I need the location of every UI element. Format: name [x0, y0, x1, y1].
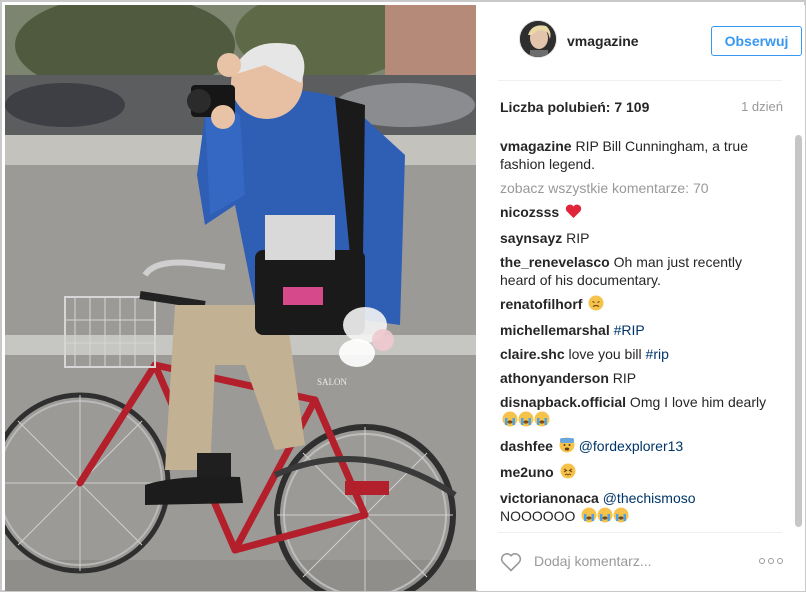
comment-item: athonyanderson RIP: [500, 369, 776, 387]
comment-username[interactable]: dashfee: [500, 438, 553, 454]
comments-list: vmagazine RIP Bill Cunningham, a true fa…: [500, 137, 776, 529]
comment-text: NOOOOOO: [500, 508, 576, 524]
mention-link[interactable]: @fordexplorer13: [579, 438, 684, 454]
hashtag-link[interactable]: #RIP: [610, 322, 645, 338]
comment-username[interactable]: victorianonaca: [500, 490, 599, 506]
fearful-face-icon: [559, 437, 575, 457]
comment-item: claire.shc love you bill #rip: [500, 345, 776, 363]
comment-item: me2uno: [500, 463, 776, 483]
heart-outline-icon[interactable]: [500, 552, 522, 572]
comment-item: the_renevelasco Oh man just recently hea…: [500, 253, 776, 289]
view-all-comments-link[interactable]: zobacz wszystkie komentarze: 70: [500, 179, 776, 197]
add-comment-input[interactable]: [534, 549, 734, 573]
comment-item: renatofilhorf: [500, 295, 776, 315]
disappointed-face-icon: [588, 295, 604, 315]
comment-username[interactable]: disnapback.official: [500, 394, 626, 410]
caption-username[interactable]: vmagazine: [500, 138, 572, 154]
post-frame: SALON vmagazine Obserwuj Liczba polubień…: [0, 0, 806, 592]
more-options-icon[interactable]: [759, 555, 783, 567]
post-header: vmagazine Obserwuj: [498, 5, 802, 81]
post-photo[interactable]: SALON: [5, 5, 476, 591]
avatar[interactable]: [519, 20, 557, 58]
comment-item: disnapback.official Omg I love him dearl…: [500, 393, 776, 431]
svg-text:SALON: SALON: [317, 377, 348, 387]
comment-username[interactable]: michellemarshal: [500, 322, 610, 338]
mention-link[interactable]: @thechismoso: [599, 490, 696, 506]
comment-text: RIP: [562, 230, 590, 246]
comment-item: nicozsss: [500, 203, 776, 223]
post-details-panel: vmagazine Obserwuj Liczba polubień: 7 10…: [478, 5, 805, 591]
comment-item: saynsayz RIP: [500, 229, 776, 247]
comment-username[interactable]: athonyanderson: [500, 370, 609, 386]
post-timestamp[interactable]: 1 dzień: [741, 99, 783, 114]
comment-username[interactable]: renatofilhorf: [500, 296, 582, 312]
confounded-face-icon: [560, 463, 576, 483]
comment-item: michellemarshal #RIP: [500, 321, 776, 339]
caption: vmagazine RIP Bill Cunningham, a true fa…: [500, 137, 776, 173]
comment-text: Omg I love him dearly: [626, 394, 767, 410]
more-dot: [768, 558, 774, 564]
crying-faces-icon: [502, 411, 550, 431]
comment-item: victorianonaca @thechismoso NOOOOOO: [500, 489, 776, 527]
comment-text: love you bill: [564, 346, 646, 362]
comment-username[interactable]: me2uno: [500, 464, 554, 480]
username[interactable]: vmagazine: [567, 33, 639, 49]
more-dot: [777, 558, 783, 564]
comment-item: dashfee @fordexplorer13: [500, 437, 776, 457]
comments-scrollbar[interactable]: [794, 135, 803, 527]
comment-username[interactable]: nicozsss: [500, 204, 559, 220]
crying-faces-icon: [581, 507, 629, 527]
follow-button[interactable]: Obserwuj: [711, 26, 802, 56]
comment-text: RIP: [608, 370, 637, 386]
more-dot: [759, 558, 765, 564]
likes-count[interactable]: Liczba polubień: 7 109: [500, 99, 649, 115]
comment-username[interactable]: saynsayz: [500, 230, 562, 246]
scrollbar-thumb[interactable]: [795, 135, 802, 527]
comment-username[interactable]: the_renevelasco: [500, 254, 610, 270]
comment-footer: [498, 532, 783, 590]
post-stats: Liczba polubień: 7 109 1 dzień: [500, 99, 783, 119]
comment-username[interactable]: claire.shc: [500, 346, 565, 362]
hashtag-link[interactable]: #rip: [646, 346, 669, 362]
red-heart-icon: [565, 204, 582, 223]
